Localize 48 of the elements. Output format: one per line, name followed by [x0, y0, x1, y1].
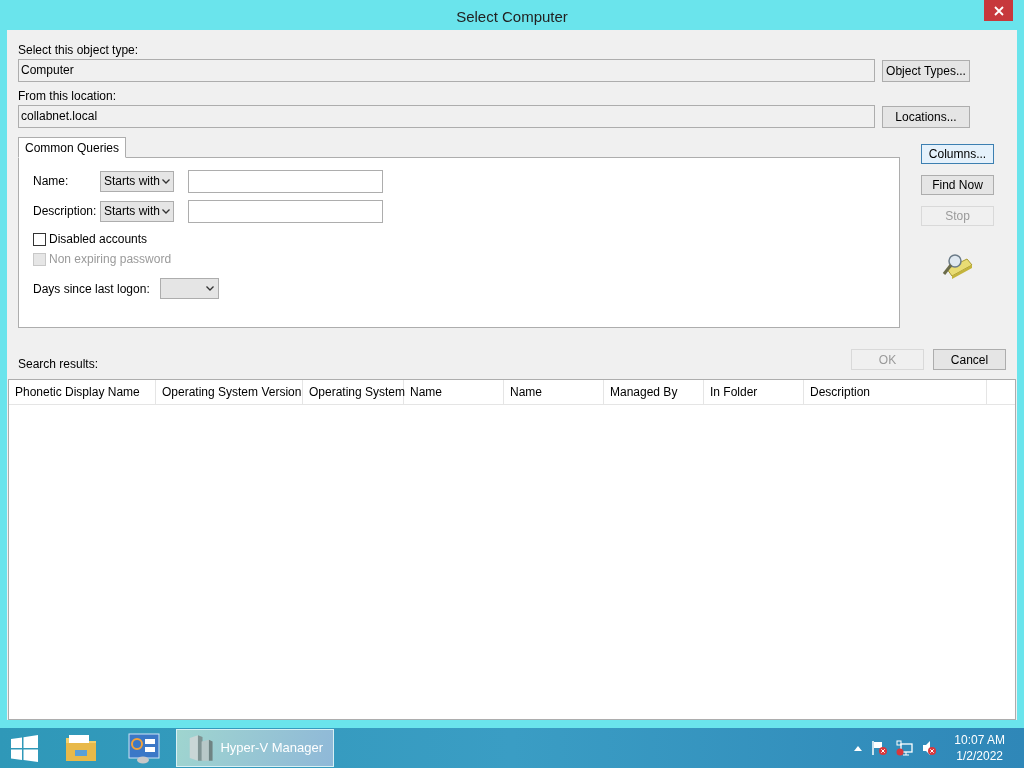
clock-date[interactable]: 1/2/2022 [956, 748, 1003, 764]
column-header[interactable]: Name [404, 380, 504, 404]
query-label: Name: [33, 173, 70, 190]
cancel-button[interactable]: Cancel [933, 349, 1006, 370]
server-icon [187, 733, 215, 763]
field-label: Days since last logon: [33, 280, 150, 298]
column-header[interactable]: Name [504, 380, 604, 404]
close-button[interactable] [984, 0, 1013, 21]
folder-icon[interactable] [65, 733, 97, 763]
flag-warning-icon[interactable] [872, 740, 889, 756]
checkbox-label: Non expiring password [49, 251, 172, 268]
speaker-muted-icon[interactable] [921, 740, 938, 756]
field-label: Select this object type: [18, 42, 140, 59]
column-header[interactable]: Operating System [303, 380, 404, 404]
tab[interactable]: Common Queries [18, 137, 127, 158]
window-title: Select Computer [456, 6, 568, 27]
clock-time[interactable]: 10:07 AM [954, 732, 1005, 748]
column-header[interactable]: Operating System Version [156, 380, 303, 404]
windows-logo-icon[interactable] [11, 734, 38, 762]
checkbox[interactable] [33, 232, 46, 246]
section-label: Search results: [18, 358, 100, 370]
side-button[interactable]: Columns... [921, 144, 994, 164]
field-label: From this location: [18, 88, 118, 105]
caret-icon [162, 208, 170, 214]
operator-dropdown[interactable]: Starts with [100, 200, 174, 222]
text-field[interactable] [188, 169, 383, 193]
location-field: collabnet.local [18, 105, 875, 128]
search-icon [941, 253, 973, 279]
checkbox-label: Disabled accounts [49, 231, 148, 248]
control-panel-icon[interactable] [128, 732, 160, 764]
column-header[interactable]: Phonetic Display Name [9, 380, 156, 404]
column-header[interactable]: Description [804, 380, 987, 404]
object-types-button[interactable]: Object Types... [882, 59, 970, 82]
query-label: Description: [33, 203, 98, 220]
side-button[interactable]: Find Now [921, 175, 994, 195]
ok-button: OK [851, 349, 924, 370]
column-header[interactable]: Managed By [604, 380, 704, 404]
object-type-field: Computer [18, 59, 875, 82]
locations-button[interactable]: Locations... [882, 105, 970, 128]
column-header[interactable]: In Folder [704, 380, 804, 404]
caret-icon [162, 178, 170, 184]
text-field[interactable] [188, 199, 383, 223]
show-hidden-icons-icon[interactable] [854, 745, 863, 751]
side-button: Stop [921, 206, 994, 226]
caret-icon [205, 286, 214, 291]
network-icon[interactable] [896, 740, 914, 756]
operator-dropdown[interactable]: Starts with [100, 170, 174, 192]
close-icon [993, 5, 1004, 16]
